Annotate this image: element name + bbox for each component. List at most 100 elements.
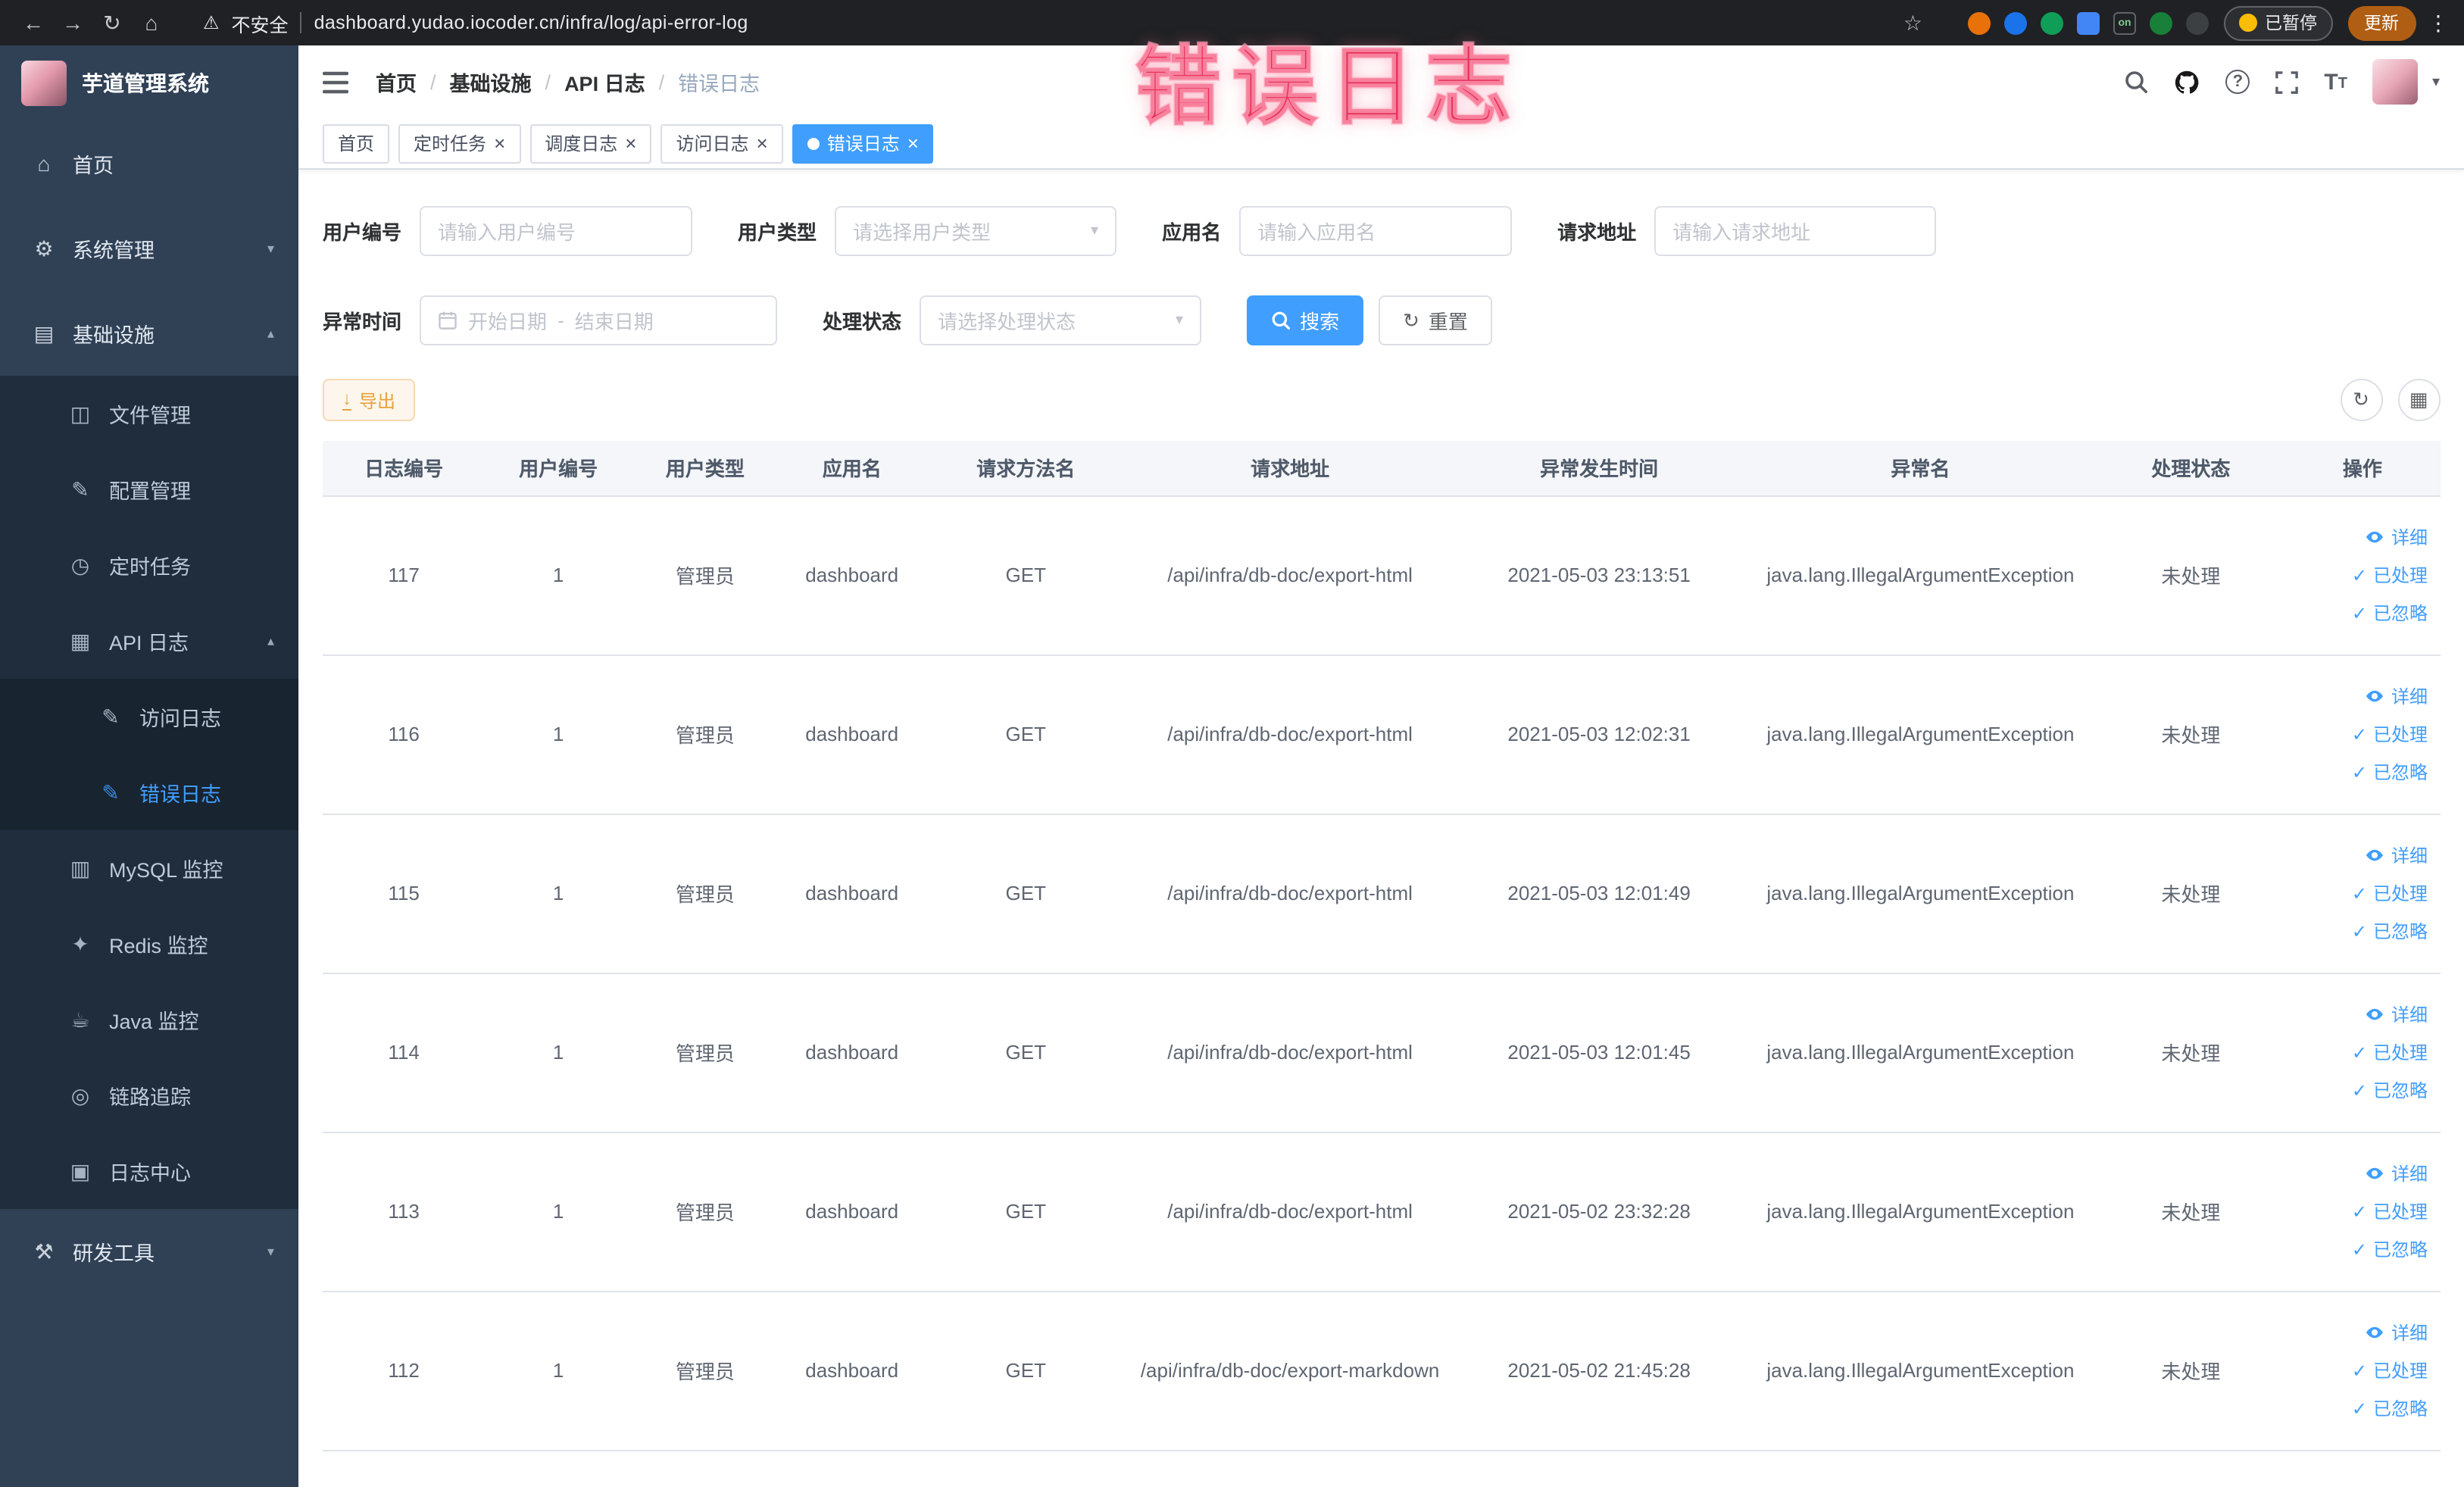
sidebar-item-scheduled-tasks[interactable]: ◷ 定时任务 [0, 527, 298, 603]
close-icon[interactable]: × [494, 133, 505, 153]
sidebar-item-file-management[interactable]: ◫ 文件管理 [0, 376, 298, 451]
cell-process-status: 未处理 [2097, 973, 2285, 1132]
extension-icon[interactable] [1968, 11, 1991, 34]
app-name-input[interactable]: 请输入应用名 [1239, 206, 1513, 256]
cell-user-type: 管理员 [632, 654, 779, 814]
column-settings-button[interactable]: ▦ [2397, 379, 2440, 421]
breadcrumb-item[interactable]: API 日志 [564, 67, 645, 97]
cell-log-id: 114 [323, 973, 486, 1132]
collapse-sidebar-button[interactable] [323, 70, 348, 93]
tab-access-log[interactable]: 访问日志 × [661, 123, 783, 163]
column-header: 应用名 [778, 441, 926, 496]
end-date-placeholder: 结束日期 [574, 311, 654, 333]
mark-ignored-link[interactable]: ✓ 已忽略 [2285, 1389, 2428, 1427]
detail-link[interactable]: 详细 [2285, 1314, 2428, 1351]
detail-link[interactable]: 详细 [2285, 995, 2428, 1033]
font-size-icon[interactable]: TT [2324, 70, 2347, 93]
cell-request-url: /api/infra/db-doc/export-html [1126, 973, 1454, 1132]
mark-ignored-link[interactable]: ✓ 已忽略 [2285, 1230, 2428, 1268]
detail-link[interactable]: 详细 [2285, 518, 2428, 556]
mark-processed-link[interactable]: ✓ 已处理 [2285, 556, 2428, 594]
mark-ignored-link[interactable]: ✓ 已忽略 [2285, 912, 2428, 950]
close-icon[interactable]: × [907, 133, 919, 153]
avatar[interactable] [2372, 59, 2419, 105]
check-icon: ✓ [2351, 920, 2367, 942]
address-bar[interactable]: ⚠ 不安全 dashboard.yudao.iocoder.cn/infra/l… [185, 3, 1941, 42]
detail-link[interactable]: 详细 [2285, 836, 2428, 874]
extension-icon[interactable] [2041, 11, 2063, 34]
sidebar-item-redis-monitor[interactable]: ✦ Redis 监控 [0, 906, 298, 982]
extension-icon[interactable] [2004, 11, 2027, 34]
help-icon[interactable]: ? [2225, 70, 2250, 94]
fullscreen-icon[interactable] [2275, 70, 2299, 93]
browser-update-button[interactable]: 更新 [2347, 5, 2416, 40]
column-header: 用户类型 [632, 441, 779, 496]
sidebar-item-infrastructure[interactable]: ▤ 基础设施 ▴ [0, 291, 298, 376]
sidebar-item-api-log[interactable]: ▦ API 日志 ▴ [0, 603, 298, 679]
mark-ignored-link[interactable]: ✓ 已忽略 [2285, 753, 2428, 791]
sidebar-item-home[interactable]: ⌂ 首页 [0, 121, 298, 206]
sidebar-item-label: 首页 [73, 155, 114, 177]
paused-badge[interactable]: 已暂停 [2224, 5, 2332, 40]
check-icon: ✓ [2351, 1360, 2367, 1381]
github-icon[interactable] [2174, 69, 2200, 95]
close-icon[interactable]: × [625, 133, 636, 153]
reset-button[interactable]: ↻ 重置 [1379, 295, 1492, 345]
sidebar-item-label: API 日志 [109, 632, 189, 654]
sidebar-item-dev-tools[interactable]: ⚒ 研发工具 ▾ [0, 1209, 298, 1294]
sidebar-item-access-log[interactable]: ✎ 访问日志 [0, 679, 298, 754]
user-id-input[interactable]: 请输入用户编号 [420, 206, 693, 256]
process-status-select[interactable]: 请选择处理状态 ▾ [920, 295, 1202, 345]
sidebar-item-mysql-monitor[interactable]: ▥ MySQL 监控 [0, 830, 298, 906]
tab-label: 访问日志 [676, 133, 749, 155]
date-range-input[interactable]: 开始日期 - 结束日期 [420, 295, 778, 345]
sidebar-item-trace[interactable]: ◎ 链路追踪 [0, 1057, 298, 1133]
mark-processed-link[interactable]: ✓ 已处理 [2285, 1351, 2428, 1389]
mark-ignored-link[interactable]: ✓ 已忽略 [2285, 594, 2428, 632]
extension-icon[interactable] [2186, 11, 2209, 34]
detail-link[interactable]: 详细 [2285, 677, 2428, 715]
tab-error-log[interactable]: 错误日志 × [792, 123, 934, 163]
search-button[interactable]: 搜索 [1247, 295, 1364, 345]
breadcrumb-item[interactable]: 首页 [376, 67, 417, 97]
bookmark-star-icon[interactable]: ☆ [1903, 10, 1922, 36]
forward-icon[interactable]: → [55, 5, 91, 41]
close-icon[interactable]: × [757, 133, 768, 153]
cell-request-url: /api/infra/db-doc/export-html [1126, 654, 1454, 814]
cell-exception-name: java.lang.IllegalArgumentException [1744, 654, 2097, 814]
extension-icon[interactable] [2077, 11, 2100, 34]
sidebar-item-log-center[interactable]: ▣ 日志中心 [0, 1133, 298, 1209]
sidebar-item-java-monitor[interactable]: ☕ Java 监控 [0, 982, 298, 1057]
cell-actions: 详细 ✓ 已处理 ✓ 已忽略 [2284, 973, 2440, 1132]
tab-home[interactable]: 首页 [323, 123, 390, 163]
request-url-input[interactable]: 请输入请求地址 [1654, 206, 1937, 256]
search-icon[interactable] [2124, 70, 2148, 94]
app-logo[interactable]: 芋道管理系统 [0, 45, 298, 121]
mark-processed-link[interactable]: ✓ 已处理 [2285, 874, 2428, 912]
export-button[interactable]: ↓ 导出 [323, 379, 416, 421]
tab-scheduled-tasks[interactable]: 定时任务 × [398, 123, 521, 163]
extension-on-badge[interactable]: on [2113, 11, 2136, 34]
breadcrumb-item[interactable]: 基础设施 [450, 67, 532, 97]
mark-processed-link[interactable]: ✓ 已处理 [2285, 1192, 2428, 1230]
mark-processed-link[interactable]: ✓ 已处理 [2285, 1033, 2428, 1071]
browser-menu-icon[interactable]: ⋮ [2428, 10, 2449, 36]
detail-link[interactable]: 详细 [2285, 1154, 2428, 1192]
user-type-select[interactable]: 请选择用户类型 ▾ [835, 206, 1117, 256]
mark-ignored-link[interactable]: ✓ 已忽略 [2285, 1071, 2428, 1109]
log-center-icon: ▣ [70, 1158, 91, 1182]
extension-icon[interactable] [2150, 11, 2172, 34]
back-icon[interactable]: ← [15, 5, 52, 41]
cell-exception-time: 2021-05-02 23:32:28 [1454, 1132, 1744, 1292]
reload-icon[interactable]: ↻ [94, 5, 130, 41]
refresh-button[interactable]: ↻ [2340, 379, 2382, 421]
browser-home-icon[interactable]: ⌂ [133, 5, 170, 41]
cell-process-status: 未处理 [2097, 1291, 2285, 1451]
filter-row-2: 异常时间 开始日期 - 结束日期 处理状态 请选择处理状态 ▾ 搜索 ↻ 重置 [323, 295, 2440, 345]
tab-schedule-log[interactable]: 调度日志 × [529, 123, 652, 163]
sidebar-item-error-log[interactable]: ✎ 错误日志 [0, 754, 298, 830]
sidebar-item-config-management[interactable]: ✎ 配置管理 [0, 451, 298, 527]
cell-method: GET [925, 814, 1126, 973]
sidebar-item-system-management[interactable]: ⚙ 系统管理 ▾ [0, 206, 298, 291]
mark-processed-link[interactable]: ✓ 已处理 [2285, 715, 2428, 753]
